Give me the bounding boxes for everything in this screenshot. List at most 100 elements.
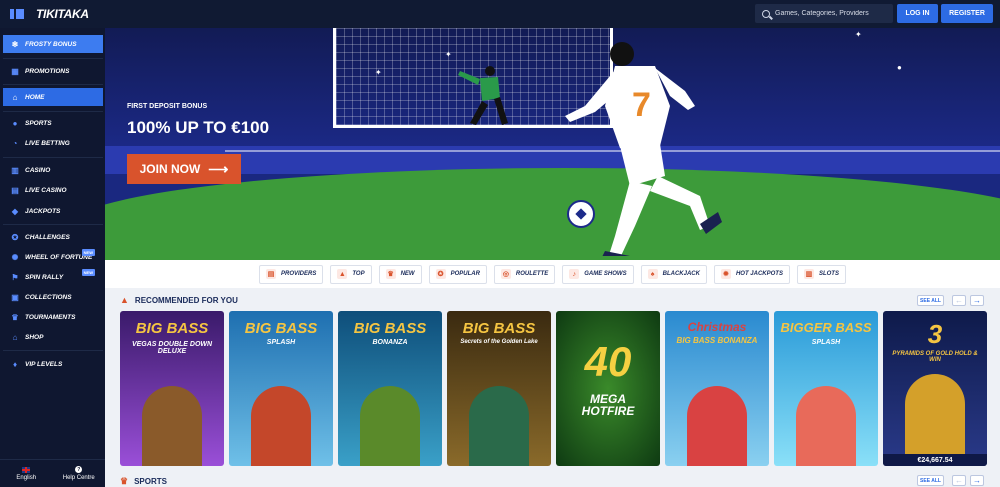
sidebar-item-live-casino[interactable]: ▤ LIVE CASINO xyxy=(3,181,103,199)
game-tile[interactable]: BIG BASS BONANZA xyxy=(338,311,442,466)
sidebar-item-vip-levels[interactable]: ♦ VIP LEVELS xyxy=(3,355,103,373)
category-label: GAME SHOWS xyxy=(584,271,627,277)
sidebar-item-wheel-of-fortune[interactable]: ✺ WHEEL OF FORTUNE NEW xyxy=(3,248,103,266)
thumbs-up-icon: ▲ xyxy=(120,295,129,305)
game-tile[interactable]: 40 MEGA HOTFIRE xyxy=(556,311,660,466)
home-icon: ⌂ xyxy=(12,92,18,102)
register-button[interactable]: REGISTER xyxy=(941,4,993,23)
category-label: NEW xyxy=(400,271,415,277)
sidebar-item-sports[interactable]: ● SPORTS xyxy=(3,114,103,132)
category-roulette[interactable]: ◎ ROULETTE xyxy=(493,264,556,284)
providers-icon: ▤ xyxy=(266,269,276,279)
search-input[interactable] xyxy=(775,10,893,17)
site-logo[interactable]: TIKITAKA xyxy=(36,7,89,21)
game-subtitle: Secrets of the Golden Lake xyxy=(460,339,538,345)
recommended-header: ▲ RECOMMENDED FOR YOU xyxy=(120,294,238,306)
language-label: English xyxy=(16,474,37,481)
sidebar-item-label: SHOP xyxy=(25,333,44,341)
sidebar-item-tournaments[interactable]: ♛ TOURNAMENTS xyxy=(3,308,103,326)
game-subtitle: PYRAMIDS OF GOLD HOLD & WIN xyxy=(892,351,978,363)
game-title: 40 xyxy=(584,338,632,385)
sidebar-item-label: FROSTY BONUS xyxy=(25,40,77,48)
help-centre-link[interactable]: ? Help Centre xyxy=(53,460,106,487)
divider xyxy=(3,84,103,85)
game-title: BIG BASS xyxy=(244,320,318,337)
trophy-icon: ♛ xyxy=(11,312,19,322)
sidebar-item-collections[interactable]: ▣ COLLECTIONS xyxy=(3,288,103,306)
game-title: BIG BASS xyxy=(462,320,536,337)
sidebar-item-live-betting[interactable]: ◔ LIVE BETTING xyxy=(3,134,103,152)
new-badge: NEW xyxy=(81,249,95,256)
login-button[interactable]: LOG IN xyxy=(897,4,938,23)
game-title: BIG BASS xyxy=(135,320,209,337)
game-tile[interactable]: BIGGER BASS SPLASH xyxy=(774,311,878,466)
game-title: BIG BASS xyxy=(353,320,427,337)
sidebar-item-casino[interactable]: ▥ CASINO xyxy=(3,161,103,179)
sidebar-item-challenges[interactable]: ✪ CHALLENGES xyxy=(3,228,103,246)
sparkle-icon: ✦ xyxy=(375,68,382,77)
arrow-right-icon: ⟶ xyxy=(208,160,229,177)
sparkle-icon: ✦ xyxy=(855,30,862,39)
sidebar-item-label: VIP LEVELS xyxy=(25,360,63,368)
category-hot-jackpots[interactable]: ✹ HOT JACKPOTS xyxy=(713,264,790,284)
shop-icon: ⌂ xyxy=(12,332,18,342)
category-popular[interactable]: ✪ POPULAR xyxy=(428,264,487,284)
sidebar-item-label: LIVE BETTING xyxy=(25,139,70,147)
search-icon xyxy=(762,9,770,18)
roulette-icon: ◎ xyxy=(500,269,511,279)
category-label: SLOTS xyxy=(818,271,839,277)
see-all-button[interactable]: SEE ALL xyxy=(917,295,944,306)
search-box[interactable] xyxy=(755,4,893,23)
game-subtitle: VEGAS DOUBLE DOWN DELUXE xyxy=(131,341,213,355)
sports-prev-arrow-icon[interactable]: ← xyxy=(952,475,966,486)
divider xyxy=(3,157,103,158)
divider xyxy=(3,350,103,351)
blackjack-icon: ♠ xyxy=(647,269,658,279)
sidebar-item-label: SPIN RALLY xyxy=(25,273,64,281)
game-tile[interactable]: BIG BASS Secrets of the Golden Lake xyxy=(447,311,551,466)
sports-see-all-button[interactable]: SEE ALL xyxy=(917,475,944,486)
sidebar-item-spin-rally[interactable]: ⚑ SPIN RALLY NEW xyxy=(3,268,103,286)
dealer-icon: ▤ xyxy=(11,185,19,195)
sports-next-arrow-icon[interactable]: → xyxy=(970,475,984,486)
player-number: 7 xyxy=(632,86,651,124)
category-game-shows[interactable]: ♪ GAME SHOWS xyxy=(562,264,634,284)
divider xyxy=(3,224,103,225)
sidebar-item-home[interactable]: ⌂ HOME xyxy=(3,88,103,106)
sidebar-item-label: CHALLENGES xyxy=(25,233,70,241)
category-slots[interactable]: ▥ SLOTS xyxy=(796,264,846,284)
sidebar-item-jackpots[interactable]: ◆ JACKPOTS xyxy=(3,202,103,220)
category-label: POPULAR xyxy=(450,271,480,277)
gift-icon: ▦ xyxy=(11,66,19,76)
game-tile[interactable]: Christmas BIG BASS BONANZA xyxy=(665,311,769,466)
game-character xyxy=(687,386,747,466)
hero-title: 100% UP TO €100 xyxy=(127,118,270,137)
slots-icon: ▥ xyxy=(803,269,814,279)
next-arrow-icon[interactable]: → xyxy=(970,295,984,306)
menu-toggle-icon[interactable] xyxy=(10,4,30,24)
sparkle-icon: ✦ xyxy=(445,50,452,59)
join-now-button[interactable]: JOIN NOW ⟶ xyxy=(127,154,241,184)
category-blackjack[interactable]: ♠ BLACKJACK xyxy=(640,264,707,284)
challenge-icon: ✪ xyxy=(11,232,19,242)
game-title: BIGGER BASS xyxy=(780,320,872,335)
game-tile[interactable]: BIG BASS SPLASH xyxy=(229,311,333,466)
prev-arrow-icon[interactable]: ← xyxy=(952,295,966,306)
divider xyxy=(3,58,103,59)
game-tile[interactable]: BIG BASS VEGAS DOUBLE DOWN DELUXE xyxy=(120,311,224,466)
sidebar-item-frosty-bonus[interactable]: ❄ FROSTY BONUS xyxy=(3,35,103,53)
hero-subtitle: FIRST DEPOSIT BONUS xyxy=(127,103,208,110)
sidebar-item-promotions[interactable]: ▦ PROMOTIONS xyxy=(3,62,103,80)
sidebar-item-label: CASINO xyxy=(25,166,51,174)
sidebar-item-label: PROMOTIONS xyxy=(25,67,70,75)
sidebar-item-shop[interactable]: ⌂ SHOP xyxy=(3,328,103,346)
hero-banner[interactable]: ✦ ✦ ✦ ● ✦ 7 FIRST DEPOSIT BONUS 100% UP … xyxy=(105,28,1000,260)
category-top[interactable]: ▲ TOP xyxy=(330,264,372,284)
rally-icon: ⚑ xyxy=(11,272,19,282)
category-providers[interactable]: ▤ PROVIDERS xyxy=(259,264,324,284)
category-new[interactable]: ♛ NEW xyxy=(378,264,422,284)
game-tile[interactable]: 3 PYRAMIDS OF GOLD HOLD & WIN €24,667.54 xyxy=(883,311,987,466)
language-selector[interactable]: English xyxy=(0,460,53,487)
help-icon: ? xyxy=(75,466,83,473)
recommended-games: BIG BASS VEGAS DOUBLE DOWN DELUXE BIG BA… xyxy=(120,311,988,466)
